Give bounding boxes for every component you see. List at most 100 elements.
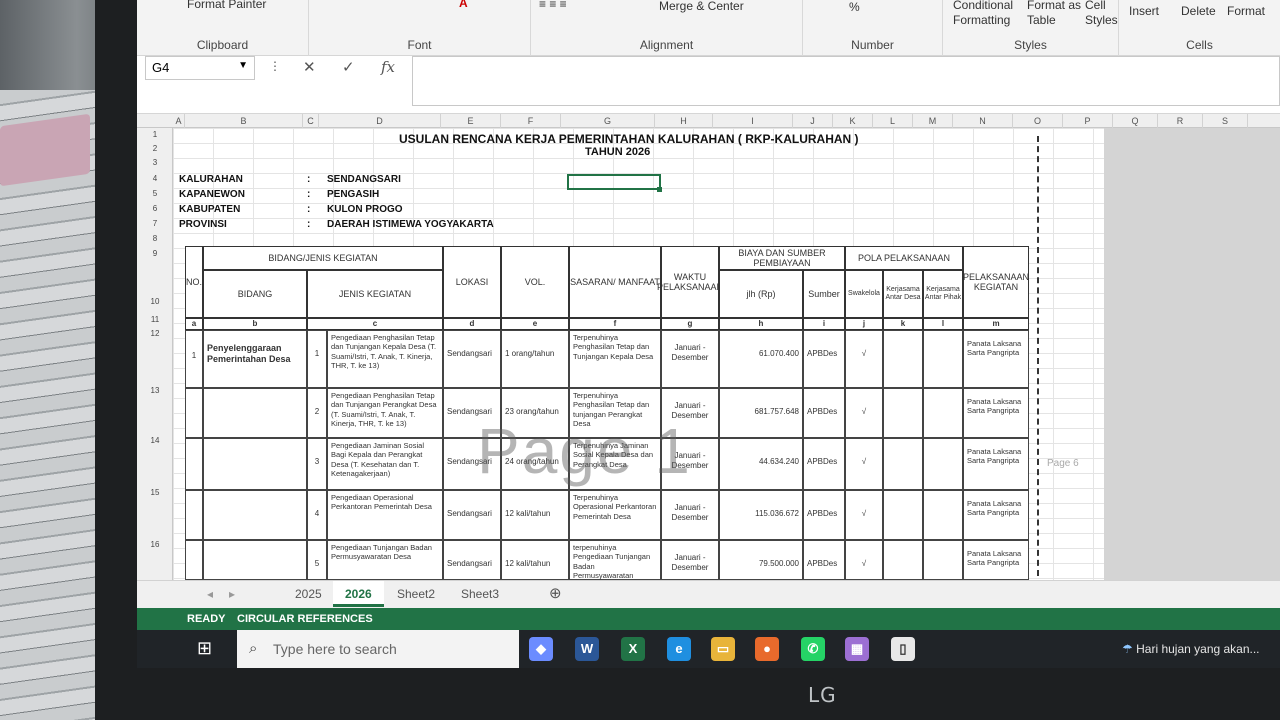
row-headers: 1 2 3 4 5 6 7 8 9 10 11 12 13 14 15 16 [137, 128, 173, 580]
letter-cell: b [203, 318, 307, 330]
item-swakelola: √ [845, 490, 883, 540]
excel-icon[interactable]: X [621, 637, 645, 661]
percent-button[interactable]: % [849, 0, 860, 14]
item-swakelola: √ [845, 540, 883, 580]
tab-2025[interactable]: 2025 [283, 581, 334, 607]
format-painter-button[interactable]: Format Painter [187, 0, 266, 11]
info-label: PROVINSI [179, 219, 227, 230]
column-header[interactable]: Q [1113, 114, 1158, 128]
column-header[interactable]: C [303, 114, 319, 128]
formula-input[interactable] [412, 56, 1280, 106]
row-header[interactable]: 3 [137, 158, 173, 167]
more-icon: ⋮ [269, 59, 281, 73]
empty-cell [883, 330, 923, 388]
row-header[interactable]: 9 [137, 249, 173, 258]
empty-cell [203, 490, 307, 540]
edge-icon[interactable]: e [667, 637, 691, 661]
format-as-table-button[interactable]: Format as Table [1027, 0, 1081, 28]
row-header[interactable]: 13 [137, 386, 173, 395]
align-icon[interactable]: ≡ ≡ ≡ [539, 0, 567, 11]
row-header[interactable]: 14 [137, 436, 173, 445]
status-circular[interactable]: CIRCULAR REFERENCES [237, 608, 373, 630]
item-jumlah: 44.634.240 [719, 438, 803, 490]
row-header[interactable]: 10 [137, 297, 173, 306]
styles-group: Conditional Formatting Format as Table Cel… [943, 0, 1119, 56]
cancel-icon[interactable]: ✕ [303, 58, 316, 76]
insert-function-icon[interactable]: fx [381, 58, 395, 76]
name-box[interactable]: G4 ▼ [145, 56, 255, 80]
item-jenis: Pengediaan Tunjangan Badan Permusyawarat… [327, 540, 443, 580]
search-icon: ⌕ [249, 640, 258, 657]
column-header[interactable]: R [1158, 114, 1203, 128]
app-icon[interactable]: ▦ [845, 637, 869, 661]
weather-widget[interactable]: ☂ Hari hujan yang akan... [1122, 630, 1260, 668]
item-no: 5 [307, 540, 327, 580]
whatsapp-icon[interactable]: ✆ [801, 637, 825, 661]
word-icon[interactable]: W [575, 637, 599, 661]
tab-sheet2[interactable]: Sheet2 [385, 581, 447, 607]
letter-cell: f [569, 318, 661, 330]
firefox-icon[interactable]: ● [755, 637, 779, 661]
empty-cell [185, 540, 203, 580]
row-header[interactable]: 12 [137, 329, 173, 338]
info-value: KULON PROGO [327, 204, 403, 215]
conditional-formatting-button[interactable]: Conditional Formatting [953, 0, 1013, 28]
taskbar-search[interactable]: ⌕ Type here to search [237, 630, 519, 668]
column-header[interactable]: L [873, 114, 913, 128]
row-header[interactable]: 7 [137, 219, 173, 228]
copilot-icon[interactable]: ◆ [529, 637, 553, 661]
item-pelaksana: Panata Laksana Sarta Pangripta [963, 330, 1029, 388]
header-waktu: WAKTU PELAKSANAAN [657, 246, 723, 318]
row-header[interactable]: 1 [137, 130, 173, 139]
cell-styles-button[interactable]: Cell Styles [1085, 0, 1118, 28]
tab-sheet3[interactable]: Sheet3 [449, 581, 511, 607]
row-header[interactable]: 2 [137, 144, 173, 153]
row-header[interactable]: 6 [137, 204, 173, 213]
column-header[interactable]: E [441, 114, 501, 128]
enter-icon[interactable]: ✓ [342, 58, 355, 76]
merge-center-button[interactable]: Merge & Center [659, 0, 744, 13]
column-header[interactable]: D [319, 114, 441, 128]
tab-nav-right-icon[interactable]: ▸ [217, 581, 247, 607]
add-sheet-icon[interactable]: ⊕ [537, 581, 574, 607]
windows-start-icon[interactable]: ⊞ [197, 638, 212, 659]
row-header[interactable]: 15 [137, 488, 173, 497]
column-header[interactable]: N [953, 114, 1013, 128]
column-header[interactable]: M [913, 114, 953, 128]
row-header[interactable]: 8 [137, 234, 173, 243]
worksheet[interactable]: ABCDEFGHIJKLMNOPQRS 1 2 3 4 5 6 7 8 9 10 11 12 13 14 1… [137, 114, 1280, 580]
column-header[interactable]: G [561, 114, 655, 128]
header-pola: POLA PELAKSANAAN [845, 246, 963, 270]
column-header[interactable]: F [501, 114, 561, 128]
chevron-down-icon[interactable]: ▼ [238, 60, 248, 71]
column-header[interactable]: J [793, 114, 833, 128]
file-explorer-icon[interactable]: ▭ [711, 637, 735, 661]
tab-2026[interactable]: 2026 [333, 581, 384, 607]
column-header[interactable]: S [1203, 114, 1248, 128]
item-waktu: Januari - Desember [661, 540, 719, 580]
column-header[interactable]: I [713, 114, 793, 128]
row-header[interactable]: 5 [137, 189, 173, 198]
insert-button[interactable]: Insert [1129, 4, 1159, 18]
notepad-icon[interactable]: ▯ [891, 637, 915, 661]
delete-button[interactable]: Delete [1181, 4, 1216, 18]
item-vol: 1 orang/tahun [501, 330, 569, 388]
column-header[interactable]: O [1013, 114, 1063, 128]
row-header[interactable]: 11 [137, 315, 173, 324]
cells-group: Insert Delete Format Cells [1119, 0, 1280, 56]
column-header[interactable]: K [833, 114, 873, 128]
column-header[interactable]: B [185, 114, 303, 128]
row-header[interactable]: 4 [137, 174, 173, 183]
item-jenis: Pengediaan Penghasilan Tetap dan Tunjang… [327, 330, 443, 388]
format-button[interactable]: Format [1227, 4, 1265, 18]
fill-handle[interactable] [657, 187, 662, 192]
font-color-icon[interactable]: A [459, 0, 468, 10]
column-header[interactable]: A [173, 114, 185, 128]
empty-cell [203, 540, 307, 580]
selected-cell[interactable] [567, 174, 661, 190]
column-header[interactable]: H [655, 114, 713, 128]
item-sumber: APBDes [803, 490, 845, 540]
row-header[interactable]: 16 [137, 540, 173, 549]
item-swakelola: √ [845, 388, 883, 438]
column-header[interactable]: P [1063, 114, 1113, 128]
